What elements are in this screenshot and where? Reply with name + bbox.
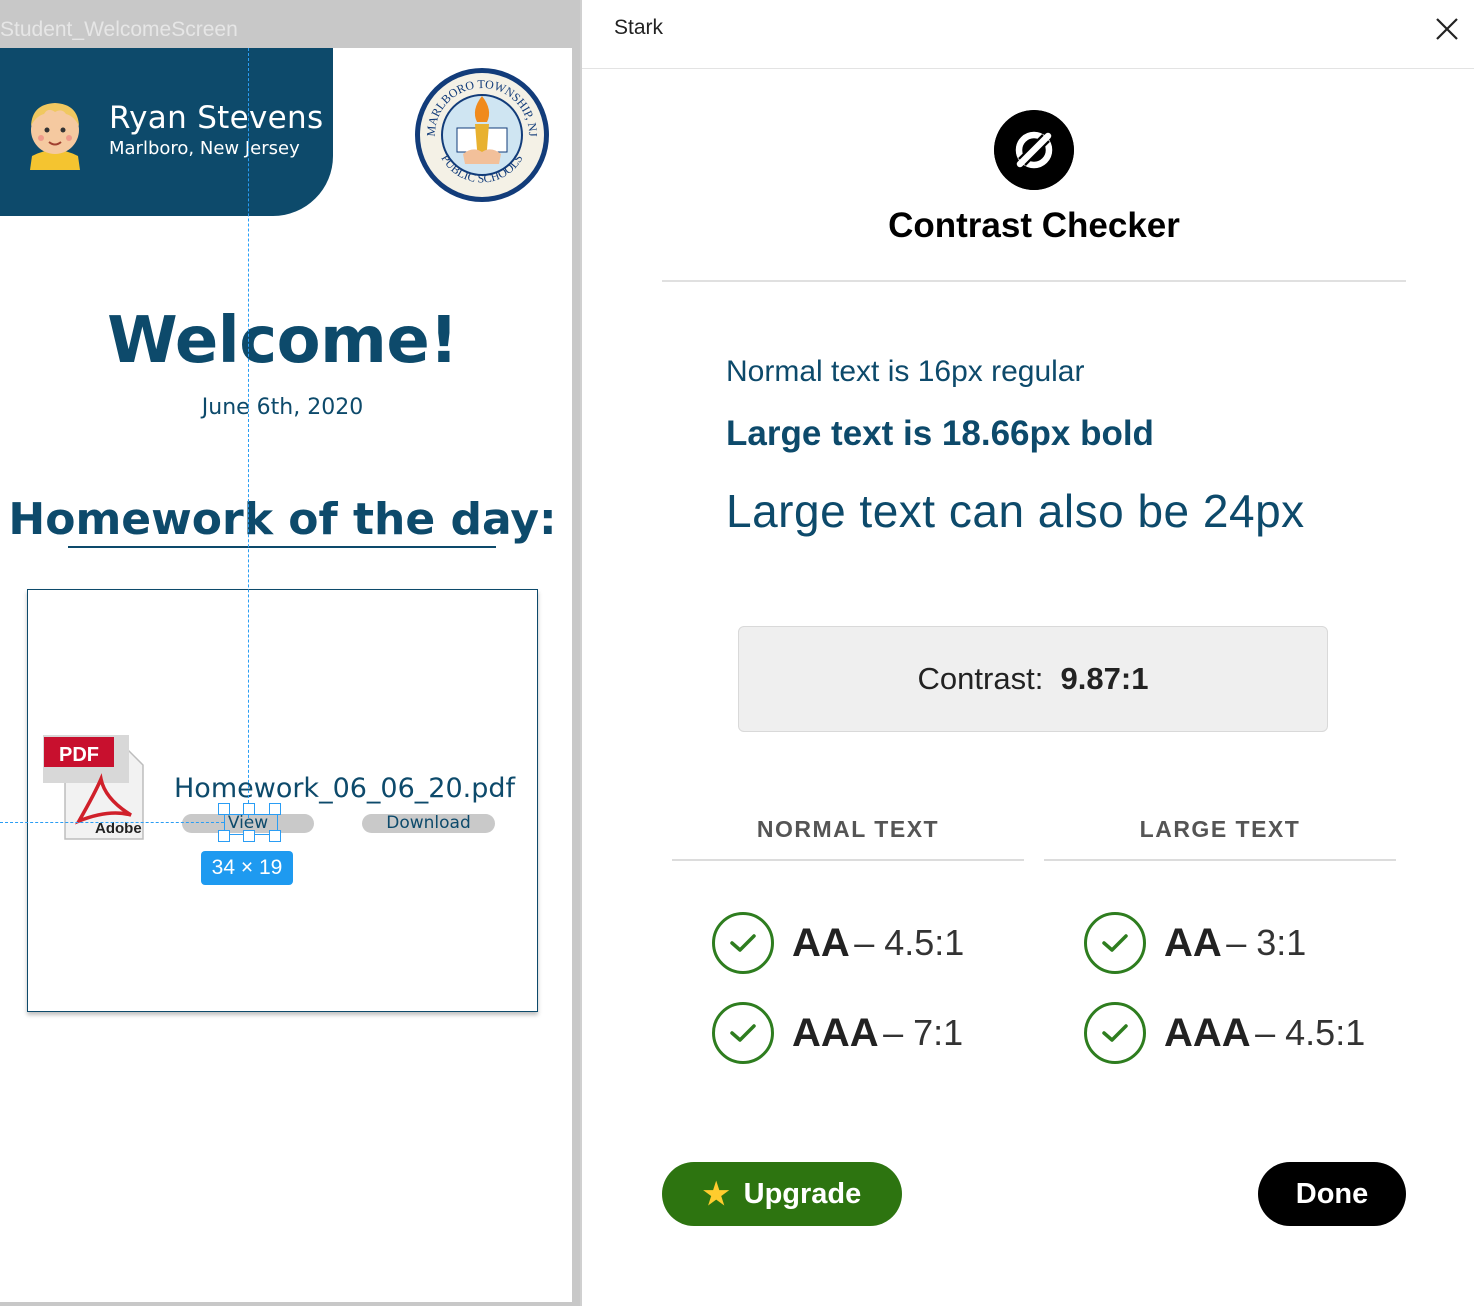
- school-logo: MARLBORO TOWNSHIP, NJ PUBLIC SCHOOLS: [415, 68, 549, 202]
- contrast-value: 9.87:1: [1060, 661, 1149, 696]
- large-aaa-result: AAA – 4.5:1: [1084, 1000, 1365, 1066]
- download-button[interactable]: Download: [362, 814, 495, 833]
- done-label: Done: [1295, 1177, 1369, 1210]
- resize-handle-top-right[interactable]: [269, 803, 281, 815]
- normal-text-column-divider: [672, 859, 1024, 861]
- sample-normal-text: Normal text is 16px regular: [726, 355, 1085, 388]
- panel-title: Stark: [614, 16, 664, 39]
- sample-large-text: Large text can also be 24px: [726, 485, 1305, 537]
- contrast-ratio-box: Contrast: 9.87:1: [738, 626, 1328, 732]
- stark-panel: Stark Contrast Checker Normal text is 16…: [582, 0, 1474, 1306]
- normal-text-column-header: NORMAL TEXT: [756, 816, 940, 842]
- homework-heading: Homework of the day:: [8, 494, 557, 545]
- stark-logo-icon: [994, 110, 1074, 190]
- resize-handle-bottom[interactable]: [243, 830, 255, 842]
- result-ratio: – 3:1: [1226, 922, 1307, 963]
- header-divider: [582, 68, 1474, 69]
- file-name: Homework_06_06_20.pdf: [174, 773, 516, 804]
- large-text-column-header: LARGE TEXT: [1139, 816, 1301, 842]
- user-name: Ryan Stevens: [109, 100, 324, 136]
- check-circle-icon: [1084, 1002, 1146, 1064]
- profile-card: Ryan Stevens Marlboro, New Jersey: [0, 48, 333, 216]
- result-level: AAA: [792, 1010, 879, 1055]
- dimension-badge: 34 × 19: [201, 851, 293, 885]
- done-button[interactable]: Done: [1258, 1162, 1406, 1226]
- result-ratio: – 7:1: [883, 1012, 964, 1053]
- welcome-date: June 6th, 2020: [201, 395, 364, 420]
- contrast-checker-title: Contrast Checker: [888, 206, 1180, 245]
- artboard[interactable]: Ryan Stevens Marlboro, New Jersey MARLBO…: [0, 48, 572, 1302]
- pdf-badge-label: PDF: [59, 744, 99, 766]
- result-ratio: – 4.5:1: [1255, 1012, 1366, 1053]
- check-circle-icon: [712, 1002, 774, 1064]
- resize-handle-bottom-left[interactable]: [218, 830, 230, 842]
- welcome-title: Welcome!: [107, 304, 458, 378]
- resize-handle-top-left[interactable]: [218, 803, 230, 815]
- check-circle-icon: [1084, 912, 1146, 974]
- large-aa-result: AA – 3:1: [1084, 910, 1306, 976]
- result-ratio: – 4.5:1: [854, 922, 965, 963]
- close-icon[interactable]: [1432, 14, 1462, 44]
- pdf-file-icon: PDF Adobe: [43, 735, 144, 840]
- upgrade-label: Upgrade: [743, 1177, 862, 1210]
- upgrade-button[interactable]: ★ Upgrade: [662, 1162, 902, 1226]
- resize-handle-top[interactable]: [243, 803, 255, 815]
- user-location: Marlboro, New Jersey: [109, 138, 300, 159]
- avatar-icon: [30, 103, 80, 170]
- result-level: AA: [792, 920, 850, 965]
- large-text-column-divider: [1044, 859, 1396, 861]
- resize-handle-bottom-right[interactable]: [269, 830, 281, 842]
- section-divider: [662, 280, 1406, 282]
- heading-underline: [68, 546, 496, 548]
- contrast-label: Contrast:: [917, 661, 1044, 696]
- normal-aaa-result: AAA – 7:1: [712, 1000, 963, 1066]
- result-level: AAA: [1164, 1010, 1251, 1055]
- star-icon: ★: [702, 1177, 730, 1211]
- vertical-guide-line: [248, 48, 249, 818]
- horizontal-guide-line: [0, 822, 224, 823]
- result-level: AA: [1164, 920, 1222, 965]
- normal-aa-result: AA – 4.5:1: [712, 910, 964, 976]
- frame-label[interactable]: Student_WelcomeScreen: [0, 18, 238, 42]
- sample-bold-text: Large text is 18.66px bold: [726, 414, 1154, 453]
- check-circle-icon: [712, 912, 774, 974]
